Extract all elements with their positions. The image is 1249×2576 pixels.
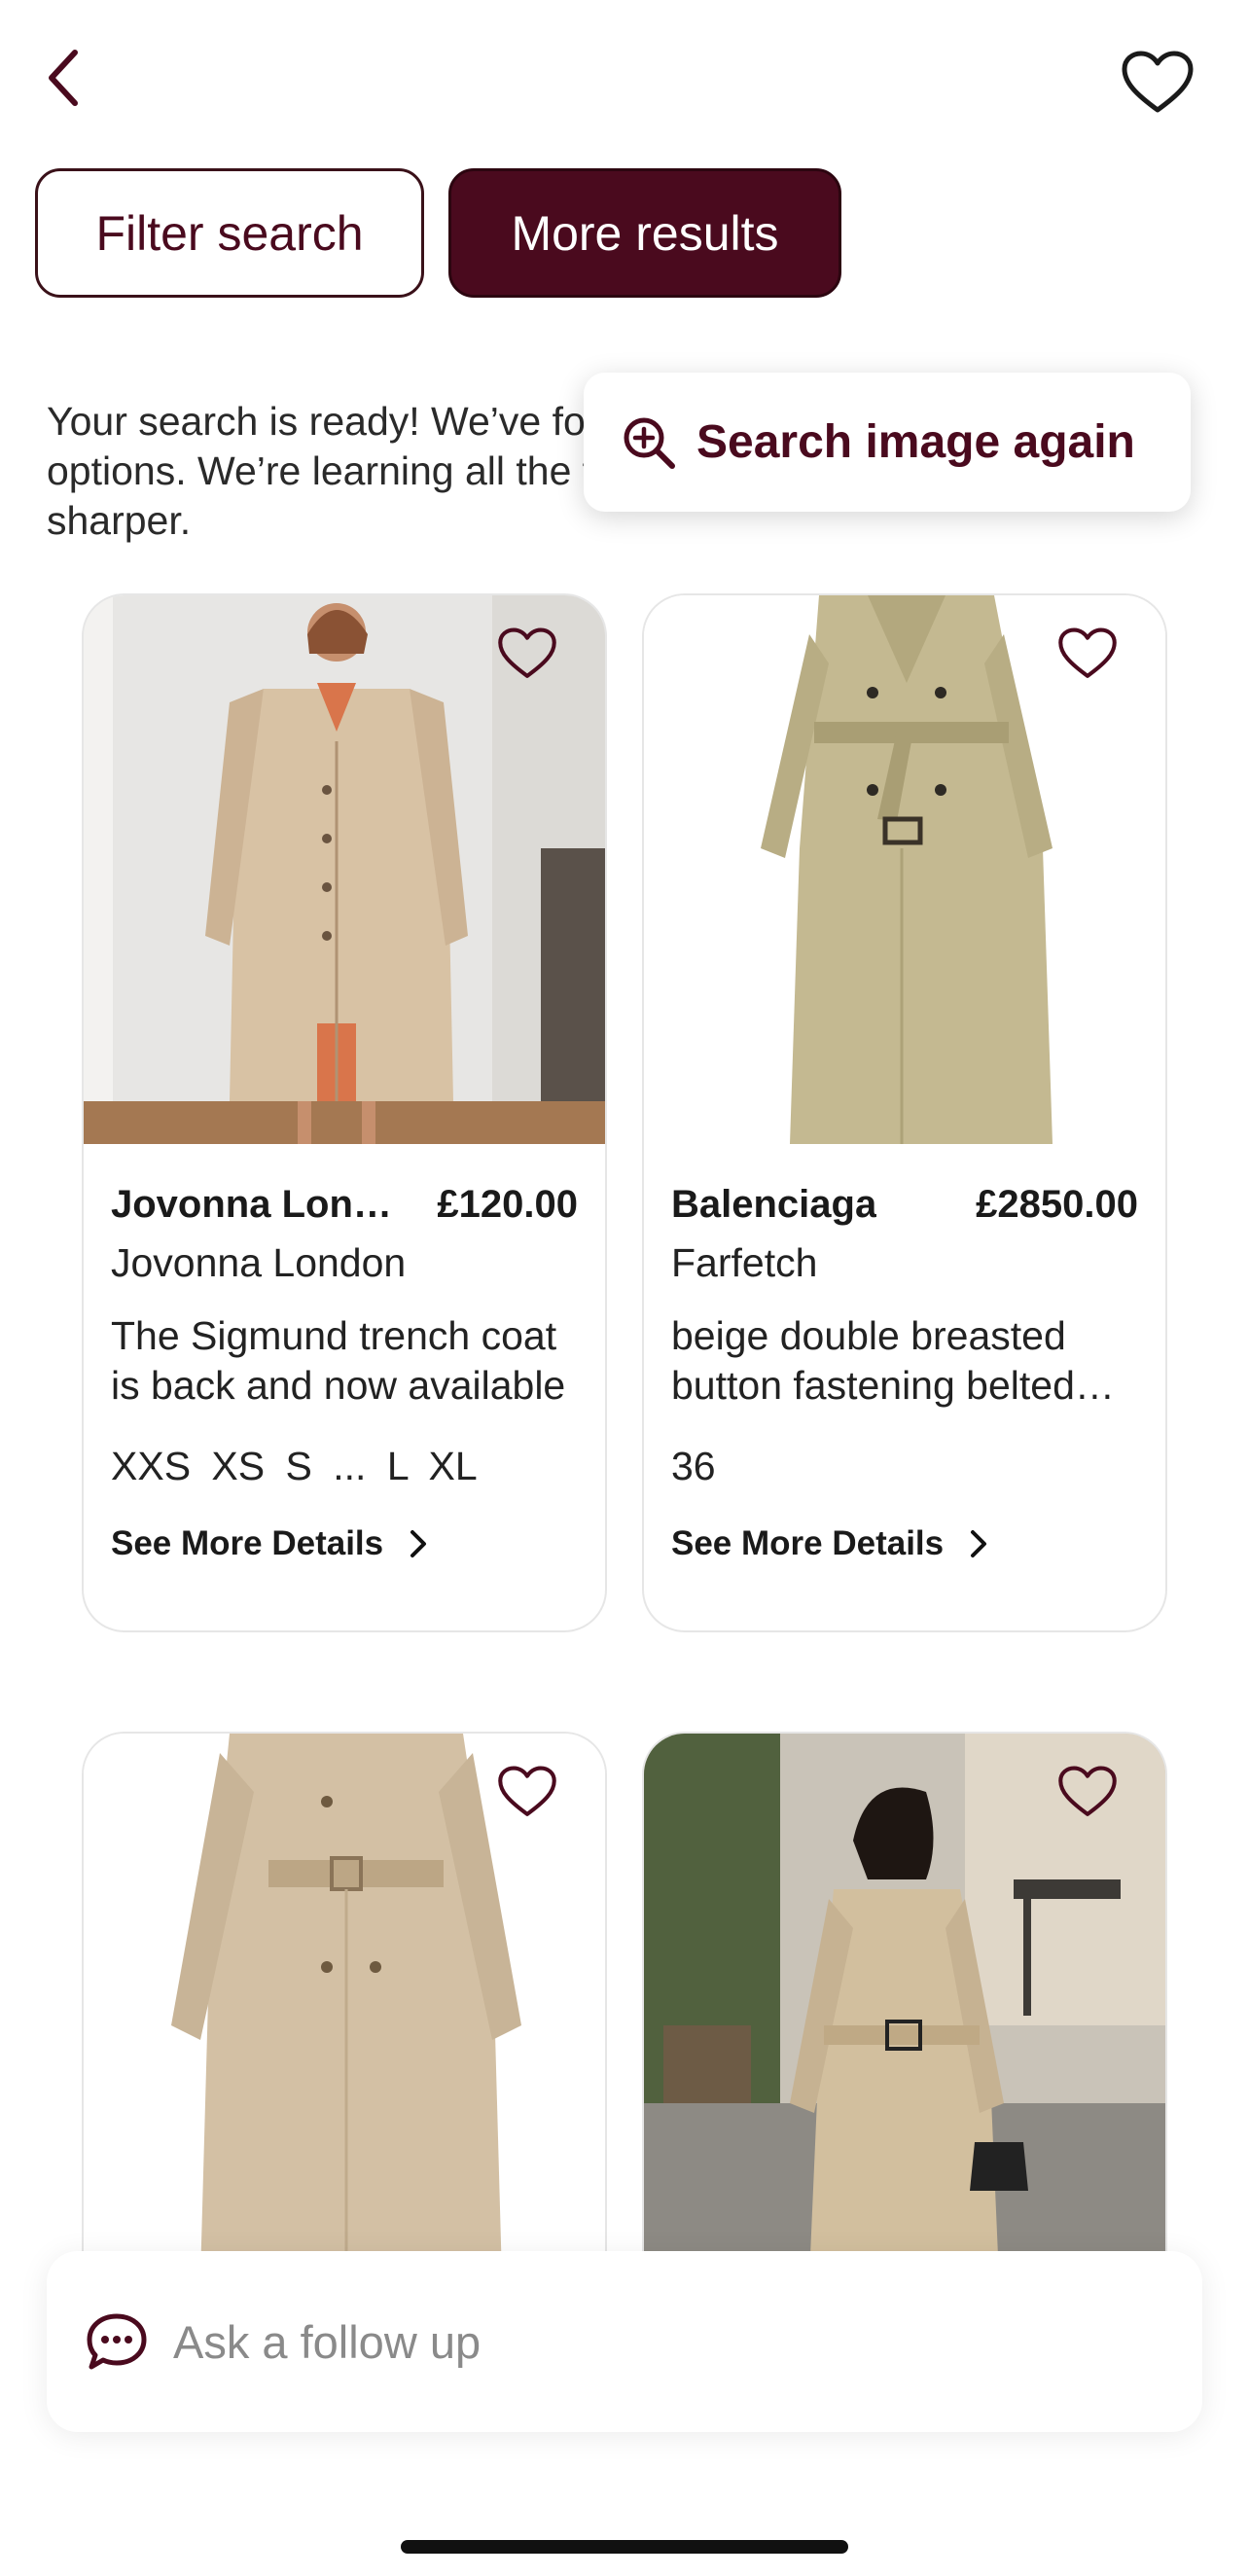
zoom-in-icon [624, 417, 675, 469]
chevron-right-icon [971, 1530, 987, 1557]
follow-up-input[interactable] [173, 2314, 1146, 2369]
chat-bubble-icon [87, 2313, 147, 2370]
see-more-details-link[interactable]: See More Details [671, 1524, 1138, 1563]
product-favorite-button[interactable] [488, 619, 566, 689]
search-image-again-button[interactable]: Search image again [584, 373, 1191, 512]
home-indicator [401, 2540, 848, 2554]
product-description: beige double breasted button fastening b… [671, 1313, 1075, 1408]
heart-outline-icon [1058, 1766, 1117, 1816]
see-more-details-label: See More Details [671, 1524, 945, 1562]
search-image-again-label: Search image again [696, 416, 1135, 468]
product-description: The Sigmund trench coat is back and now … [111, 1313, 566, 1408]
product-store: Jovonna London [111, 1240, 407, 1285]
product-card[interactable] [642, 1732, 1167, 2276]
product-favorite-button[interactable] [1049, 619, 1126, 689]
follow-up-bar[interactable] [47, 2251, 1202, 2432]
filter-search-button[interactable]: Filter search [35, 168, 424, 298]
product-sizes: XXS XS S ... L XL [111, 1444, 478, 1488]
heart-outline-icon [1058, 627, 1117, 678]
product-sizes: 36 [671, 1444, 716, 1488]
product-price: £2850.00 [976, 1183, 1138, 1226]
chevron-right-icon [410, 1530, 427, 1557]
heart-outline-icon [498, 1766, 556, 1816]
back-button[interactable] [29, 39, 97, 117]
product-card[interactable] [82, 1732, 607, 2276]
product-brand: Balenciaga [671, 1183, 877, 1226]
product-store: Farfetch [671, 1240, 818, 1285]
chevron-left-icon [49, 50, 78, 106]
see-more-details-label: See More Details [111, 1524, 384, 1562]
product-card[interactable]: Jovonna London £120.00 Jovonna London Th… [82, 593, 607, 1632]
see-more-details-link[interactable]: See More Details [111, 1524, 578, 1563]
product-favorite-button[interactable] [488, 1757, 566, 1827]
product-brand: Jovonna London [111, 1183, 403, 1226]
product-price: £120.00 [437, 1183, 578, 1226]
heart-outline-icon [498, 627, 556, 678]
product-favorite-button[interactable] [1049, 1757, 1126, 1827]
product-card[interactable]: Balenciaga £2850.00 Farfetch beige doubl… [642, 593, 1167, 1632]
heart-outline-icon [1122, 51, 1194, 113]
more-results-button[interactable]: More results [448, 168, 841, 298]
favorite-button[interactable] [1109, 39, 1206, 126]
